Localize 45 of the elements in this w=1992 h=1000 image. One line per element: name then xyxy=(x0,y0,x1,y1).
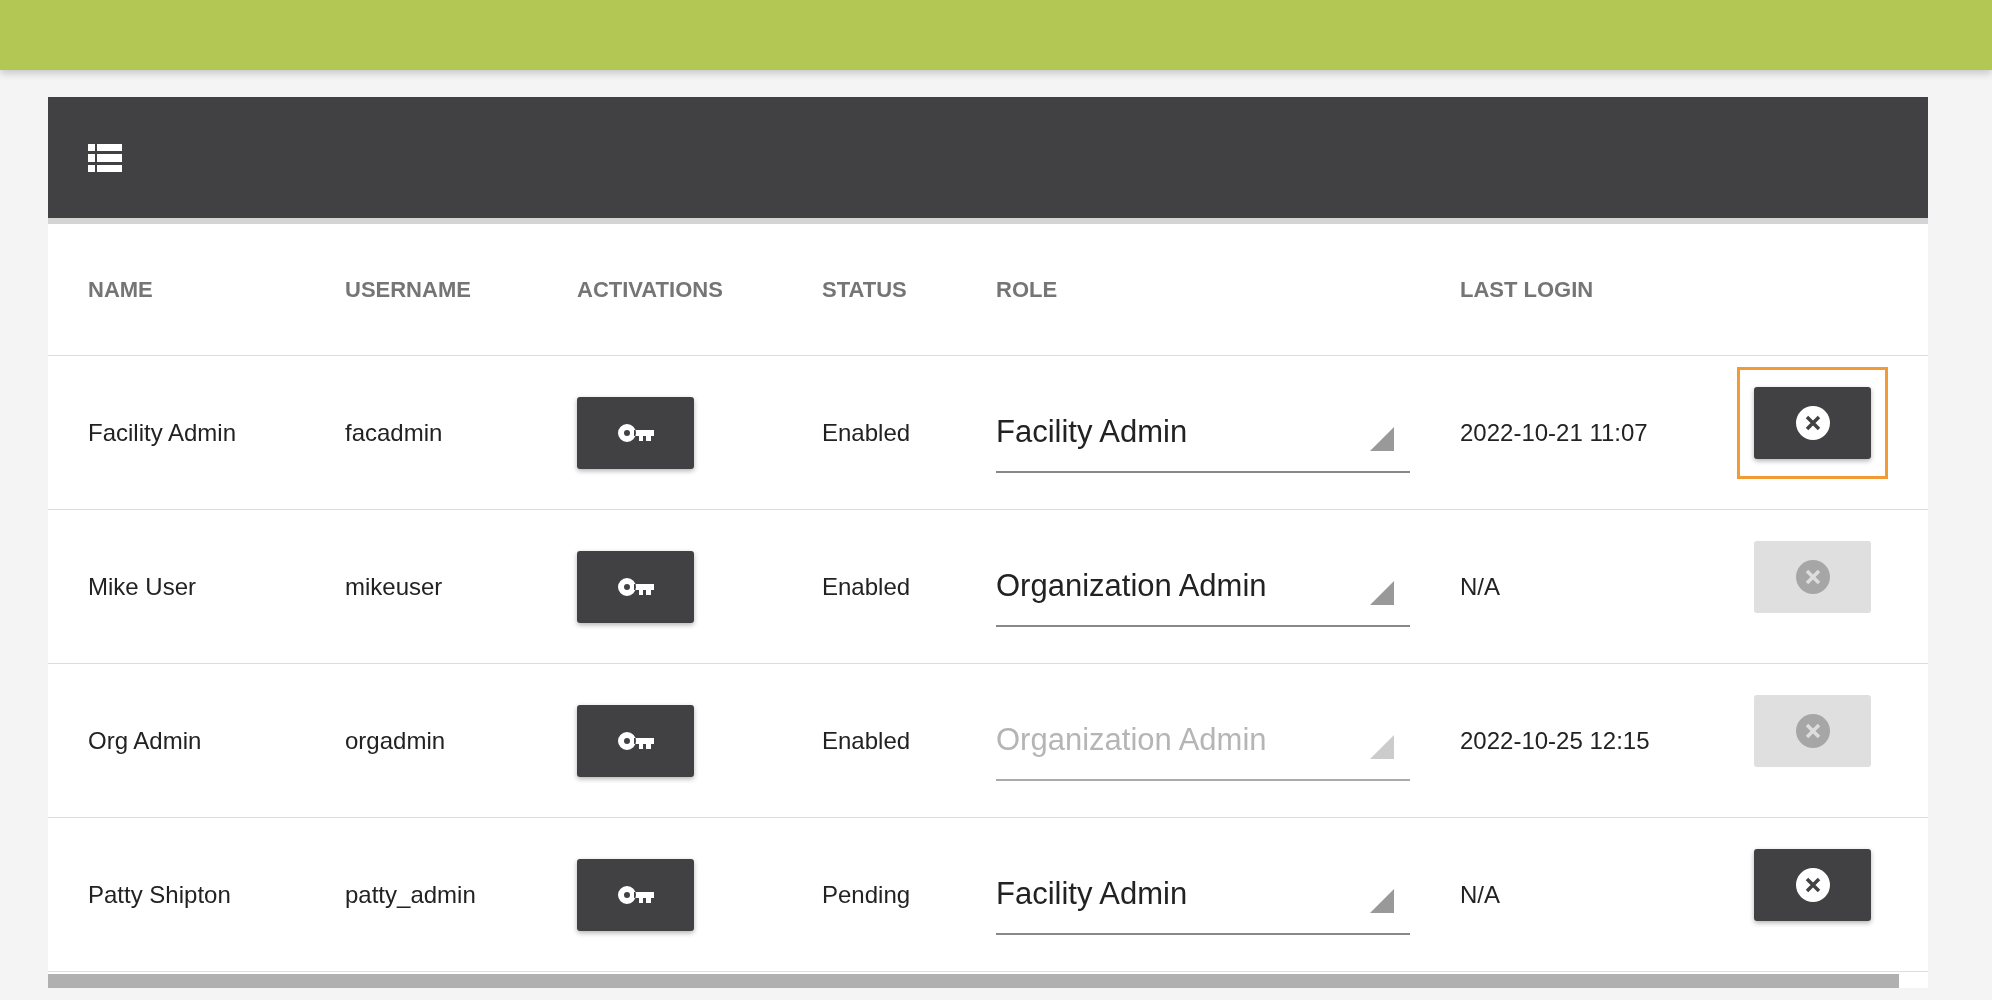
key-icon xyxy=(617,731,654,750)
name-cell: Mike User xyxy=(88,572,196,601)
dropdown-arrow-icon xyxy=(1370,580,1394,605)
dropdown-arrow-icon xyxy=(1370,426,1394,451)
last-login-cell: 2022-10-21 11:07 xyxy=(1460,418,1648,447)
key-icon xyxy=(617,577,654,596)
key-icon xyxy=(617,423,654,442)
activation-button[interactable] xyxy=(577,858,694,931)
last-login-cell: 2022-10-25 12:15 xyxy=(1460,726,1650,755)
status-cell: Enabled xyxy=(822,572,911,601)
horizontal-scrollbar[interactable] xyxy=(48,974,1899,988)
column-header: NAME xyxy=(88,276,153,303)
status-cell: Enabled xyxy=(822,418,911,447)
activation-button[interactable] xyxy=(577,550,694,623)
column-header: STATUS xyxy=(822,276,907,303)
name-cell: Org Admin xyxy=(88,726,202,755)
last-login-cell: N/A xyxy=(1460,572,1500,601)
column-header: USERNAME xyxy=(345,276,471,303)
last-login-cell: N/A xyxy=(1460,880,1500,909)
close-icon xyxy=(1795,713,1830,748)
close-icon xyxy=(1795,867,1830,902)
list-icon[interactable] xyxy=(88,143,122,172)
column-header: LAST LOGIN xyxy=(1460,276,1594,303)
role-select[interactable]: Organization Admin xyxy=(996,546,1410,627)
close-icon xyxy=(1795,559,1830,594)
role-select[interactable]: Facility Admin xyxy=(996,854,1410,935)
dropdown-arrow-icon xyxy=(1370,734,1394,759)
name-cell: Facility Admin xyxy=(88,418,237,447)
close-icon xyxy=(1795,405,1830,440)
activation-button[interactable] xyxy=(577,396,694,469)
status-cell: Pending xyxy=(822,880,911,909)
activation-button[interactable] xyxy=(577,704,694,777)
key-icon xyxy=(617,885,654,904)
username-cell: orgadmin xyxy=(345,726,446,755)
column-header: ACTIVATIONS xyxy=(577,276,723,303)
dropdown-arrow-icon xyxy=(1370,888,1394,913)
column-header: ROLE xyxy=(996,276,1058,303)
username-cell: facadmin xyxy=(345,418,443,447)
delete-button[interactable] xyxy=(1754,848,1871,921)
delete-button[interactable] xyxy=(1754,386,1871,459)
username-cell: patty_admin xyxy=(345,880,476,909)
status-cell: Enabled xyxy=(822,726,911,755)
username-cell: mikeuser xyxy=(345,572,443,601)
name-cell: Patty Shipton xyxy=(88,880,231,909)
role-select[interactable]: Facility Admin xyxy=(996,392,1410,473)
